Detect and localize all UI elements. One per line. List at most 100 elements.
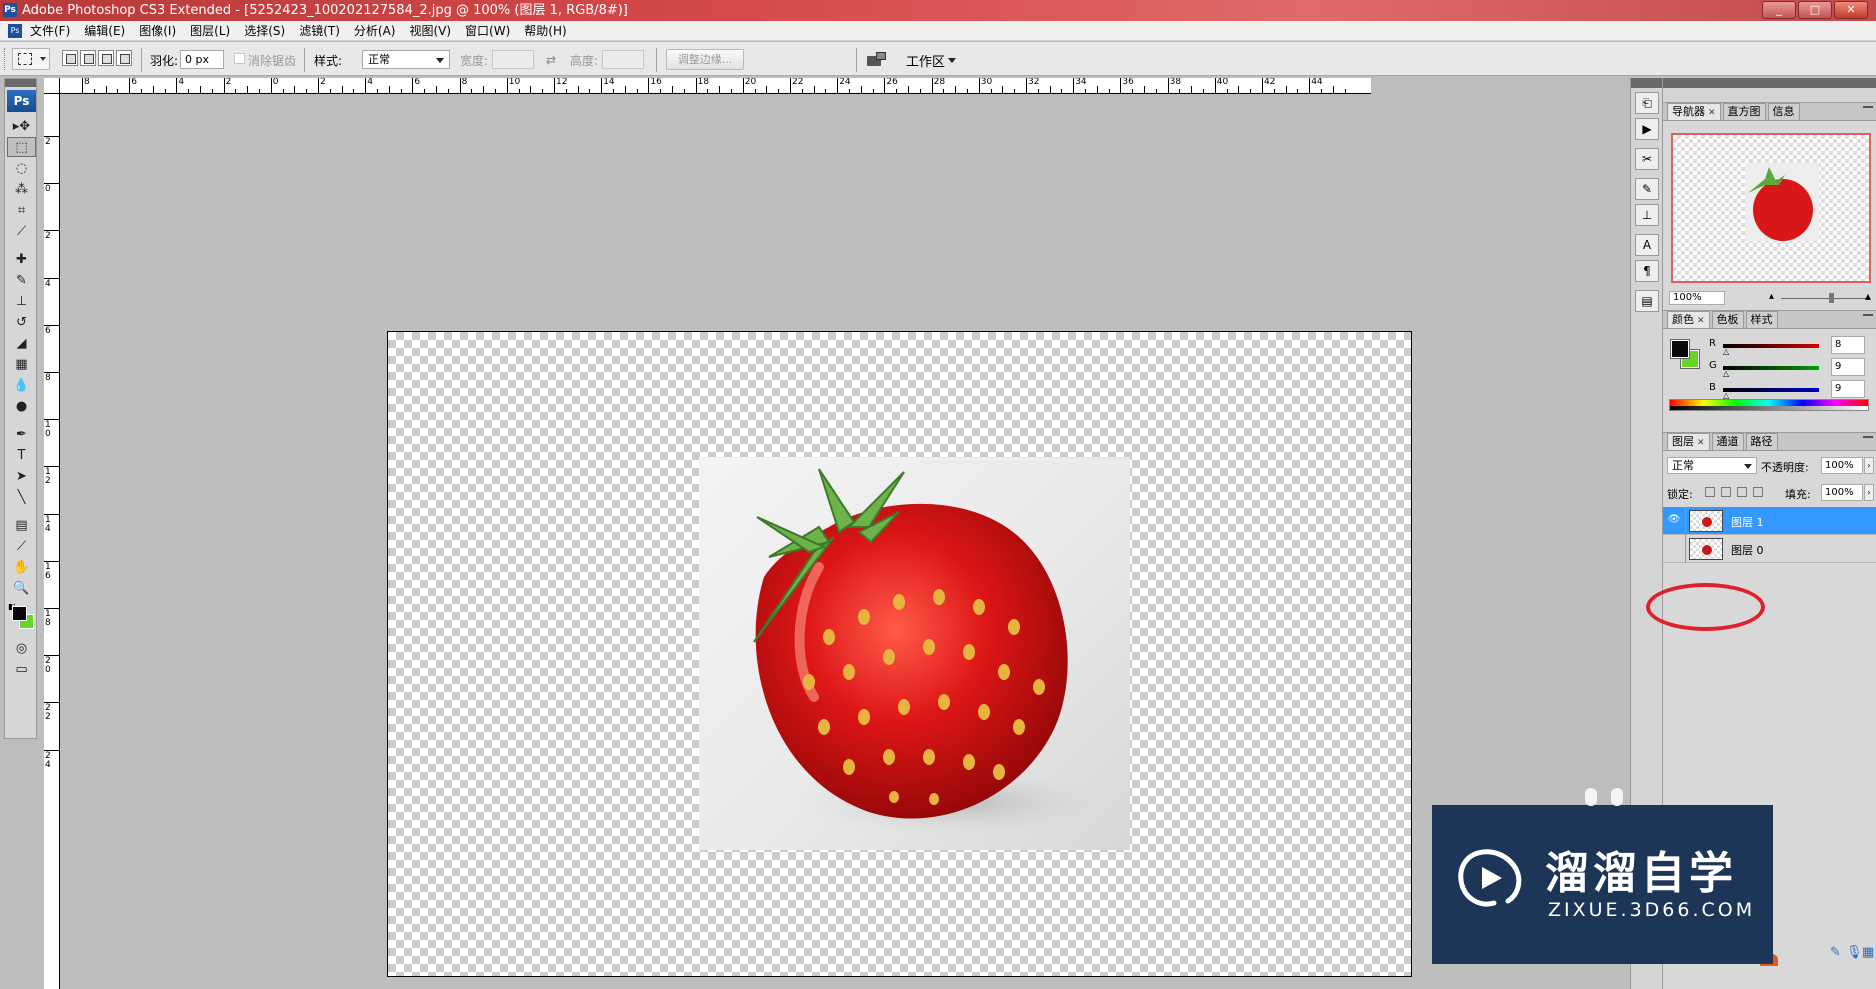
dodge-tool[interactable]: ● <box>7 396 36 416</box>
document-canvas[interactable] <box>387 331 1412 977</box>
tab-layers[interactable]: 图层 ✕ <box>1667 433 1710 450</box>
channel-value-input[interactable]: 9 <box>1831 380 1865 398</box>
close-icon[interactable]: ✕ <box>1708 108 1716 118</box>
workspace-icon[interactable] <box>867 52 887 68</box>
panel-menu-button[interactable] <box>1863 314 1873 324</box>
healing-brush-tool[interactable]: ✚ <box>7 249 36 269</box>
navigator-zoom-input[interactable]: 100% <box>1669 291 1725 305</box>
zoom-in-icon[interactable]: ▴ <box>1865 289 1871 303</box>
menu-layer[interactable]: 图层(L) <box>190 23 230 39</box>
options-grip[interactable] <box>4 48 7 70</box>
opacity-input[interactable]: 100% <box>1821 457 1863 474</box>
eye-icon[interactable]: 👁 <box>1667 514 1681 526</box>
antialias-checkbox[interactable] <box>234 53 245 64</box>
tab-histogram[interactable]: 直方图 <box>1722 103 1766 120</box>
menu-analysis[interactable]: 分析(A) <box>354 23 396 39</box>
ruler-horizontal[interactable]: 8 6 4 2 0 2 4 6 8 10 12 14 16 18 20 22 24 26 28 30 32 34 36 38 4… <box>52 78 1371 94</box>
eyedropper-tool[interactable]: ⟋ <box>7 536 36 556</box>
layer-row[interactable]: 👁 图层 1 <box>1663 507 1876 535</box>
tool-preset-picker[interactable] <box>12 48 50 70</box>
channel-slider[interactable] <box>1723 388 1819 392</box>
ruler-origin[interactable] <box>44 78 60 94</box>
close-button[interactable]: ✕ <box>1834 1 1868 19</box>
tab-color[interactable]: 颜色 ✕ <box>1667 311 1710 328</box>
dock-header[interactable] <box>1631 78 1662 88</box>
intersect-selection-button[interactable] <box>116 50 132 66</box>
height-input[interactable] <box>602 50 644 69</box>
actions-panel-icon[interactable]: ▶ <box>1635 118 1659 140</box>
style-select[interactable]: 正常 <box>362 50 450 69</box>
fill-slider-toggle[interactable]: › <box>1864 484 1874 501</box>
tool-presets-panel-icon[interactable]: ✂ <box>1635 148 1659 170</box>
line-tool[interactable]: ╲ <box>7 487 36 507</box>
gradient-tool[interactable]: ▦ <box>7 354 36 374</box>
character-panel-icon[interactable]: A <box>1635 234 1659 256</box>
channel-value-input[interactable]: 8 <box>1831 336 1865 354</box>
ps-logo[interactable]: Ps <box>7 90 36 112</box>
slider-thumb-icon[interactable]: △ <box>1723 348 1729 356</box>
workspace-button[interactable]: 工作区 <box>906 51 945 70</box>
magic-wand-tool[interactable]: ⁂ <box>7 179 36 199</box>
foreground-color-swatch[interactable] <box>12 606 27 621</box>
panel-menu-button[interactable] <box>1863 106 1873 116</box>
paragraph-panel-icon[interactable]: ¶ <box>1635 260 1659 282</box>
screen-mode-tool[interactable]: ▭ <box>7 659 36 679</box>
navigator-preview[interactable] <box>1671 133 1871 283</box>
menu-select[interactable]: 选择(S) <box>244 23 285 39</box>
tab-styles[interactable]: 样式 <box>1745 311 1778 328</box>
subtract-selection-button[interactable] <box>98 50 114 66</box>
lock-position-icon[interactable] <box>1737 487 1747 497</box>
toolbox-header[interactable] <box>5 79 36 87</box>
type-tool[interactable]: T <box>7 445 36 465</box>
menu-file[interactable]: 文件(F) <box>30 23 70 39</box>
history-panel-icon[interactable]: ⎗ <box>1635 92 1659 114</box>
tab-channels[interactable]: 通道 <box>1711 433 1744 450</box>
channel-slider[interactable] <box>1723 366 1819 370</box>
layer-row[interactable]: 图层 0 <box>1663 535 1876 563</box>
menu-help[interactable]: 帮助(H) <box>524 23 566 39</box>
menu-view[interactable]: 视图(V) <box>409 23 451 39</box>
navigator-zoom-slider[interactable] <box>1781 298 1869 299</box>
add-selection-button[interactable] <box>80 50 96 66</box>
refine-edge-button[interactable]: 调整边缘... <box>666 49 744 70</box>
color-panel-foreground-swatch[interactable] <box>1670 339 1690 359</box>
grid-icon[interactable]: ▦ <box>1862 945 1874 960</box>
color-spectrum-bar[interactable] <box>1669 399 1869 411</box>
maximize-button[interactable]: □ <box>1798 1 1832 19</box>
lock-pixels-icon[interactable] <box>1721 487 1731 497</box>
clone-source-panel-icon[interactable]: ⊥ <box>1635 204 1659 226</box>
channel-value-input[interactable]: 9 <box>1831 358 1865 376</box>
rect-marquee-tool[interactable]: ⬚ <box>7 137 36 157</box>
quick-mask-tool[interactable]: ◎ <box>7 638 36 658</box>
layer-comps-panel-icon[interactable]: ▤ <box>1635 290 1659 312</box>
fill-input[interactable]: 100% <box>1821 484 1863 501</box>
history-brush-tool[interactable]: ↺ <box>7 312 36 332</box>
swap-icon[interactable]: ⇄ <box>546 53 556 67</box>
menu-edit[interactable]: 编辑(E) <box>84 23 125 39</box>
tab-navigator[interactable]: 导航器 ✕ <box>1667 103 1721 120</box>
close-icon[interactable]: ✕ <box>1697 316 1705 326</box>
lock-all-icon[interactable] <box>1753 487 1763 497</box>
lasso-tool[interactable]: ◌ <box>7 158 36 178</box>
tab-paths[interactable]: 路径 <box>1745 433 1778 450</box>
menu-window[interactable]: 窗口(W) <box>465 23 510 39</box>
eraser-tool[interactable]: ◢ <box>7 333 36 353</box>
tab-swatches[interactable]: 色板 <box>1711 311 1744 328</box>
panel-column-header[interactable] <box>1663 78 1876 88</box>
pen-tool[interactable]: ✒ <box>7 424 36 444</box>
new-selection-button[interactable] <box>62 50 78 66</box>
crop-tool[interactable]: ⌗ <box>7 200 36 220</box>
width-input[interactable] <box>492 50 534 69</box>
brushes-panel-icon[interactable]: ✎ <box>1635 178 1659 200</box>
hand-tool[interactable]: ✋ <box>7 557 36 577</box>
pen-icon[interactable]: ✎ <box>1830 945 1841 960</box>
channel-slider[interactable] <box>1723 344 1819 348</box>
move-tool[interactable]: ▸✥ <box>7 116 36 136</box>
navigator-zoom-knob[interactable] <box>1829 293 1834 303</box>
panel-menu-button[interactable] <box>1863 436 1873 446</box>
visibility-toggle[interactable] <box>1667 542 1681 554</box>
opacity-slider-toggle[interactable]: › <box>1864 457 1874 474</box>
ruler-vertical[interactable]: 2 0 2 4 6 8 1 0 1 2 1 4 1 6 1 8 2 0 2 2 2 4 <box>44 78 60 989</box>
lock-transparency-icon[interactable] <box>1705 487 1715 497</box>
slider-thumb-icon[interactable]: △ <box>1723 370 1729 378</box>
